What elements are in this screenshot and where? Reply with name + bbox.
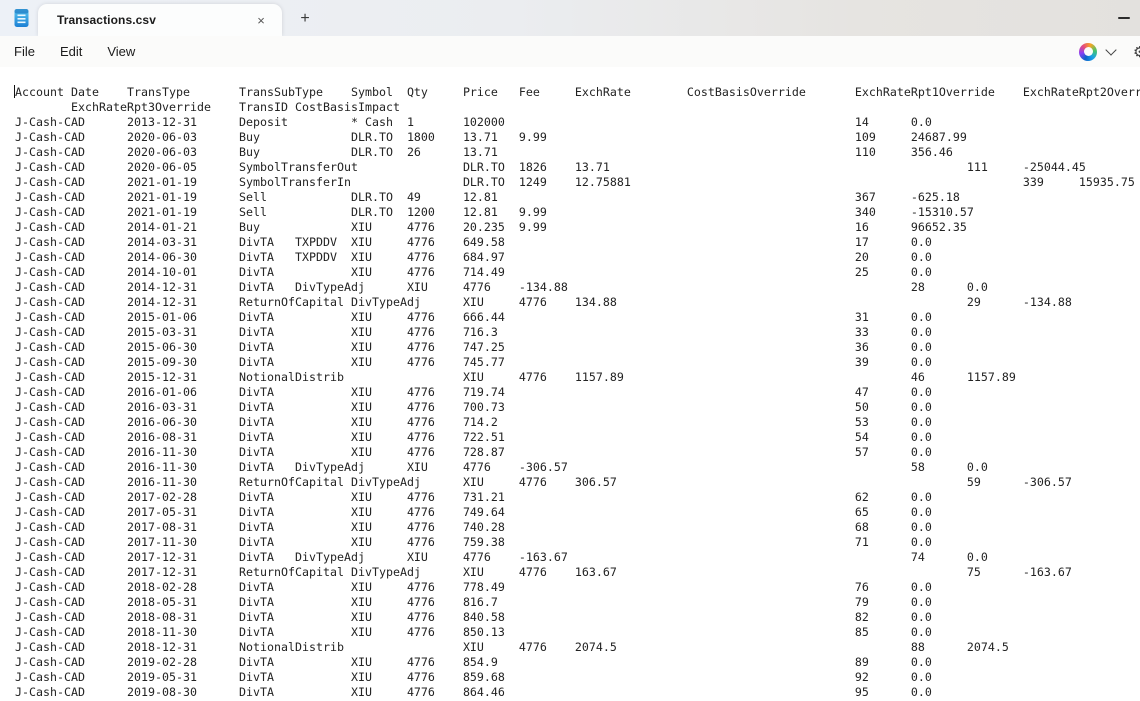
menu-file[interactable]: File — [3, 40, 46, 63]
file-line: J-Cash-CAD 2018-05-31 DivTA XIU 4776 816… — [15, 595, 1140, 610]
notepad-app-icon — [13, 8, 31, 28]
file-line: J-Cash-CAD 2020-06-05 SymbolTransferOut … — [15, 160, 1140, 175]
file-line: ExchRateRpt3Override TransID CostBasisIm… — [15, 100, 1140, 115]
menu-view[interactable]: View — [96, 40, 146, 63]
document-tab[interactable]: Transactions.csv × — [38, 4, 282, 36]
file-line: J-Cash-CAD 2018-08-31 DivTA XIU 4776 840… — [15, 610, 1140, 625]
file-line: J-Cash-CAD 2014-12-31 ReturnOfCapital Di… — [15, 295, 1140, 310]
file-line: J-Cash-CAD 2015-06-30 DivTA XIU 4776 747… — [15, 340, 1140, 355]
file-line: J-Cash-CAD 2021-01-19 Sell DLR.TO 1200 1… — [15, 205, 1140, 220]
file-line: J-Cash-CAD 2014-01-21 Buy XIU 4776 20.23… — [15, 220, 1140, 235]
tab-close-icon[interactable]: × — [252, 11, 270, 29]
file-line: J-Cash-CAD 2017-11-30 DivTA XIU 4776 759… — [15, 535, 1140, 550]
file-line: J-Cash-CAD 2017-02-28 DivTA XIU 4776 731… — [15, 490, 1140, 505]
file-line: J-Cash-CAD 2018-11-30 DivTA XIU 4776 850… — [15, 625, 1140, 640]
file-line: J-Cash-CAD 2019-08-30 DivTA XIU 4776 864… — [15, 685, 1140, 700]
text-caret — [14, 85, 15, 98]
text-editor[interactable]: Account Date TransType TransSubType Symb… — [0, 67, 1140, 701]
copilot-icon[interactable] — [1079, 43, 1097, 61]
file-line: J-Cash-CAD 2016-11-30 DivTA DivTypeAdj X… — [15, 460, 1140, 475]
file-line: J-Cash-CAD 2013-12-31 Deposit * Cash 1 1… — [15, 115, 1140, 130]
file-line: J-Cash-CAD 2018-12-31 NotionalDistrib XI… — [15, 640, 1140, 655]
file-line: J-Cash-CAD 2015-09-30 DivTA XIU 4776 745… — [15, 355, 1140, 370]
file-line: J-Cash-CAD 2019-05-31 DivTA XIU 4776 859… — [15, 670, 1140, 685]
file-line: J-Cash-CAD 2015-01-06 DivTA XIU 4776 666… — [15, 310, 1140, 325]
notepad-window: { "window": { "app": "Notepad", "minimiz… — [0, 0, 1140, 701]
file-line: J-Cash-CAD 2016-01-06 DivTA XIU 4776 719… — [15, 385, 1140, 400]
menubar: File Edit View ⚙ — [0, 36, 1140, 68]
minimize-icon[interactable] — [1118, 17, 1130, 19]
file-line: J-Cash-CAD 2014-10-01 DivTA XIU 4776 714… — [15, 265, 1140, 280]
file-line: J-Cash-CAD 2015-03-31 DivTA XIU 4776 716… — [15, 325, 1140, 340]
file-line: J-Cash-CAD 2014-12-31 DivTA DivTypeAdj X… — [15, 280, 1140, 295]
file-line: Account Date TransType TransSubType Symb… — [15, 85, 1140, 100]
tab-title: Transactions.csv — [57, 13, 156, 27]
gear-icon[interactable]: ⚙ — [1133, 43, 1140, 61]
file-line: J-Cash-CAD 2018-02-28 DivTA XIU 4776 778… — [15, 580, 1140, 595]
file-line: J-Cash-CAD 2014-06-30 DivTA TXPDDV XIU 4… — [15, 250, 1140, 265]
file-line: J-Cash-CAD 2016-11-30 ReturnOfCapital Di… — [15, 475, 1140, 490]
file-line: J-Cash-CAD 2016-11-30 DivTA XIU 4776 728… — [15, 445, 1140, 460]
titlebar: Transactions.csv × + — [0, 0, 1140, 36]
menu-edit[interactable]: Edit — [49, 40, 93, 63]
file-line: J-Cash-CAD 2016-08-31 DivTA XIU 4776 722… — [15, 430, 1140, 445]
file-line: J-Cash-CAD 2020-06-03 Buy DLR.TO 1800 13… — [15, 130, 1140, 145]
file-line: J-Cash-CAD 2017-12-31 ReturnOfCapital Di… — [15, 565, 1140, 580]
file-line: J-Cash-CAD 2020-06-03 Buy DLR.TO 26 13.7… — [15, 145, 1140, 160]
file-line: J-Cash-CAD 2014-03-31 DivTA TXPDDV XIU 4… — [15, 235, 1140, 250]
file-line: J-Cash-CAD 2019-02-28 DivTA XIU 4776 854… — [15, 655, 1140, 670]
file-line: J-Cash-CAD 2017-08-31 DivTA XIU 4776 740… — [15, 520, 1140, 535]
file-line: J-Cash-CAD 2016-03-31 DivTA XIU 4776 700… — [15, 400, 1140, 415]
new-tab-button[interactable]: + — [295, 9, 315, 29]
file-line: J-Cash-CAD 2017-05-31 DivTA XIU 4776 749… — [15, 505, 1140, 520]
file-line: J-Cash-CAD 2016-06-30 DivTA XIU 4776 714… — [15, 415, 1140, 430]
file-line: J-Cash-CAD 2021-01-19 Sell DLR.TO 49 12.… — [15, 190, 1140, 205]
chevron-down-icon[interactable] — [1105, 44, 1116, 55]
file-line: J-Cash-CAD 2017-12-31 DivTA DivTypeAdj X… — [15, 550, 1140, 565]
file-line: J-Cash-CAD 2015-12-31 NotionalDistrib XI… — [15, 370, 1140, 385]
file-line: J-Cash-CAD 2021-01-19 SymbolTransferIn D… — [15, 175, 1140, 190]
